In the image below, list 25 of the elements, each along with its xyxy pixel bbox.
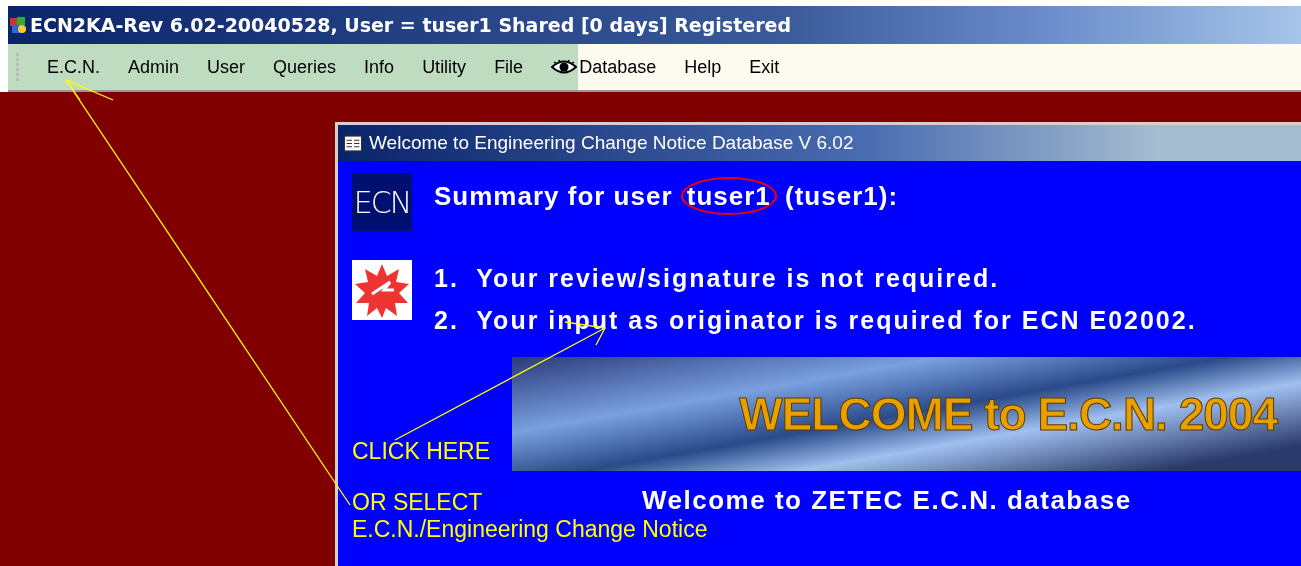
window-title: ECN2KA-Rev 6.02-20040528, User = tuser1 Shared [0 days] Registered (30, 14, 791, 36)
menu-item[interactable]: User (193, 56, 260, 78)
ecn-logo: ECN (352, 173, 412, 231)
menu-item[interactable]: Help (670, 56, 736, 78)
menu-item[interactable]: Info (350, 56, 409, 78)
welcome-text: Welcome to ZETEC E.C.N. database (641, 484, 1133, 516)
dialog-title: Welcome to Engineering Change Notice Database V 6.02 (369, 132, 854, 154)
starburst-icon (352, 259, 412, 321)
window-icon (343, 134, 363, 152)
app-icon (8, 15, 28, 35)
menu-item[interactable]: File (480, 56, 538, 78)
menu-item[interactable]: Admin (114, 56, 194, 78)
summary-item: 1. Your review/signature is not required. (434, 263, 1001, 294)
menu-item[interactable]: Database (537, 56, 671, 78)
banner-text: WELCOME to E.C.N. 2004 (739, 387, 1277, 441)
menu-item[interactable]: Queries (259, 56, 351, 78)
eye-icon (551, 59, 578, 75)
or-select-label: OR SELECT (352, 489, 484, 516)
menu-path-label: E.C.N./Engineering Change Notice (352, 516, 709, 543)
menu-item[interactable]: E.C.N. (33, 56, 114, 78)
summary-item: 2. Your input as originator is required for ECN E02002. (434, 305, 1197, 336)
toolbar-grip-icon (16, 53, 19, 81)
menu-item[interactable]: Utility (408, 56, 481, 78)
menu-item[interactable]: Exit (735, 56, 794, 78)
click-here-label: CLICK HERE (352, 438, 492, 466)
